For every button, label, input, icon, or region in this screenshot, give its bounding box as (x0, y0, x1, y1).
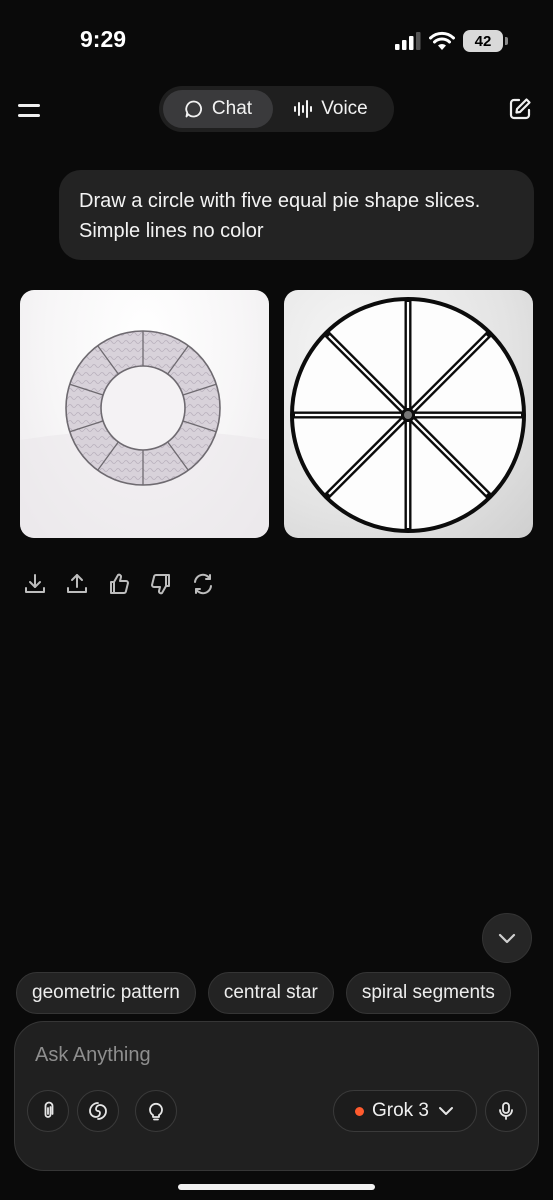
spiral-icon (89, 1102, 107, 1120)
model-selector[interactable]: Grok 3 (333, 1090, 477, 1132)
suggestion-chip[interactable]: central star (207, 972, 334, 1014)
share-icon (67, 574, 87, 593)
thumbs-up-icon (110, 573, 129, 594)
lightbulb-icon (149, 1102, 163, 1121)
menu-icon (18, 104, 40, 107)
tab-chat-label: Chat (211, 98, 253, 119)
user-message: Draw a circle with five equal pie shape … (59, 170, 534, 260)
dislike-button[interactable] (148, 571, 174, 597)
chat-bubble-icon (185, 100, 202, 118)
status-icons: 42 (395, 30, 508, 52)
ring-segments-image[interactable] (20, 290, 269, 538)
like-button[interactable] (106, 571, 132, 597)
chevron-down-icon (498, 933, 516, 944)
message-input[interactable] (35, 1040, 515, 1070)
model-status-dot (354, 1106, 364, 1116)
app-header: Chat Voice (0, 86, 553, 134)
tab-voice[interactable]: Voice (273, 90, 388, 128)
model-label: Grok 3 (371, 1100, 430, 1121)
home-indicator[interactable] (178, 1184, 375, 1190)
chevron-down-icon (439, 1107, 454, 1115)
attach-button[interactable] (27, 1090, 69, 1132)
new-chat-button[interactable] (507, 96, 533, 122)
menu-button[interactable] (16, 96, 44, 124)
tab-chat[interactable]: Chat (163, 90, 273, 128)
microphone-icon (499, 1102, 513, 1120)
wifi-icon (429, 31, 455, 50)
deep-search-button[interactable] (77, 1090, 119, 1132)
status-bar: 9:29 42 (0, 0, 553, 80)
composer: Grok 3 (14, 1021, 539, 1171)
regenerate-icon (194, 573, 212, 595)
download-icon (25, 574, 45, 593)
thumbs-down-icon (151, 574, 170, 595)
status-time: 9:29 (80, 26, 127, 52)
user-message-line: Draw a circle with five equal pie shape … (79, 190, 481, 212)
tab-voice-label: Voice (321, 98, 368, 119)
suggestion-chip[interactable]: geometric pattern (16, 972, 196, 1014)
microphone-button[interactable] (485, 1090, 527, 1132)
user-message-line: Simple lines no color (79, 220, 264, 242)
mode-switcher: Chat Voice (159, 86, 394, 132)
share-button[interactable] (64, 571, 90, 597)
pie-eight-slices-image[interactable] (284, 290, 533, 538)
battery-indicator: 42 (463, 30, 508, 52)
voice-wave-icon (294, 100, 313, 118)
suggestion-chips: geometric pattern central star spiral se… (16, 972, 511, 1014)
think-button[interactable] (135, 1090, 177, 1132)
scroll-down-button[interactable] (482, 913, 532, 963)
edit-icon (509, 98, 531, 120)
response-actions (22, 571, 216, 597)
download-button[interactable] (22, 571, 48, 597)
suggestion-chip[interactable]: spiral segments (345, 972, 511, 1014)
regenerate-button[interactable] (190, 571, 216, 597)
cellular-signal-icon (395, 32, 421, 50)
paperclip-icon (44, 1101, 54, 1118)
